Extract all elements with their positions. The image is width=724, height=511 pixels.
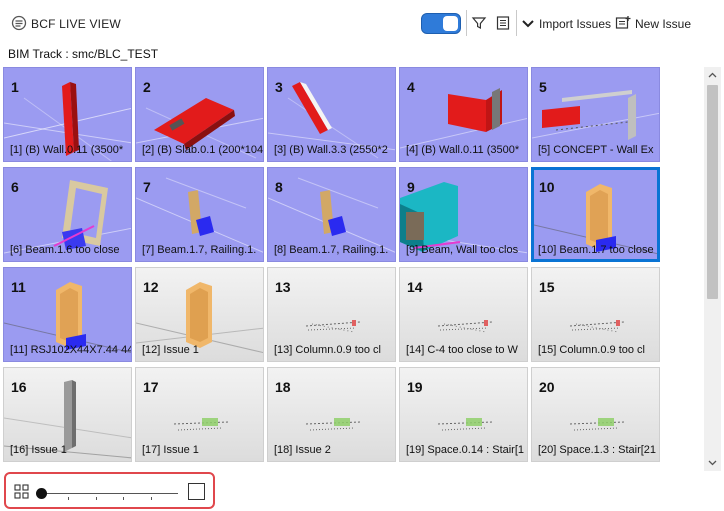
list-view-icon[interactable] xyxy=(495,15,511,31)
issue-caption: [11] RSJ102X44X7.44 44 xyxy=(10,344,132,356)
new-issue-button[interactable]: New Issue xyxy=(635,17,691,31)
issue-number: 11 xyxy=(11,279,26,295)
issue-tile[interactable]: 5 [5] CONCEPT - Wall Ex xyxy=(531,67,660,162)
grid-view-icon[interactable] xyxy=(14,484,29,499)
issue-tile[interactable]: 2 [2] (B) Slab.0.1 (200*104 xyxy=(135,67,264,162)
issue-caption: [4] (B) Wall.0.11 (3500* xyxy=(406,144,520,156)
toolbar: BCF LIVE VIEW Import Issues New Issue xyxy=(0,0,724,44)
issue-number: 10 xyxy=(539,179,555,195)
issue-caption: [13] Column.0.9 too cl xyxy=(274,344,382,356)
bcf-logo-icon xyxy=(11,15,27,31)
issue-number: 17 xyxy=(143,379,159,395)
issue-tile[interactable]: 15 [15] Column.0.9 too cl xyxy=(531,267,660,362)
issue-tile[interactable]: 10 [10] Beam.1.7 too close xyxy=(531,167,660,262)
issue-number: 3 xyxy=(275,79,283,95)
issue-tile[interactable]: 4 [4] (B) Wall.0.11 (3500* xyxy=(399,67,528,162)
import-issues-button[interactable]: Import Issues xyxy=(539,17,611,31)
filter-icon[interactable] xyxy=(471,15,487,31)
app-title: BCF LIVE VIEW xyxy=(31,17,121,31)
live-view-toggle[interactable] xyxy=(421,13,461,34)
scroll-thumb[interactable] xyxy=(707,85,718,299)
issue-number: 5 xyxy=(539,79,547,95)
slider-tick xyxy=(95,497,97,500)
issue-tile[interactable]: 9 [9] Beam, Wall too clos xyxy=(399,167,528,262)
issue-caption: [19] Space.0.14 : Stair[1 xyxy=(406,444,525,456)
issue-number: 16 xyxy=(11,379,27,395)
issue-caption: [10] Beam.1.7 too close xyxy=(538,244,654,256)
issue-number: 18 xyxy=(275,379,291,395)
slider-tick xyxy=(123,497,125,500)
chevron-down-icon[interactable] xyxy=(520,15,536,31)
issue-tile[interactable]: 19 [19] Space.0.14 : Stair[1 xyxy=(399,367,528,462)
issue-caption: [3] (B) Wall.3.3 (2550*2 xyxy=(274,144,388,156)
vertical-scrollbar[interactable] xyxy=(704,67,721,471)
issue-number: 2 xyxy=(143,79,151,95)
issue-caption: [15] Column.0.9 too cl xyxy=(538,344,646,356)
slider-handle[interactable] xyxy=(36,488,47,499)
issue-tile[interactable]: 11 [11] RSJ102X44X7.44 44 xyxy=(3,267,132,362)
issue-caption: [5] CONCEPT - Wall Ex xyxy=(538,144,654,156)
issue-caption: [1] (B) Wall.0.11 (3500* xyxy=(10,144,124,156)
issue-number: 8 xyxy=(275,179,283,195)
slider-track xyxy=(41,493,178,494)
issue-caption: [20] Space.1.3 : Stair[21 xyxy=(538,444,657,456)
issue-caption: [2] (B) Slab.0.1 (200*104 xyxy=(142,144,264,156)
issue-number: 19 xyxy=(407,379,423,395)
issue-number: 9 xyxy=(407,179,415,195)
issue-tile[interactable]: 13 [13] Column.0.9 too cl xyxy=(267,267,396,362)
thumbnail-zoom-control xyxy=(4,472,215,509)
issue-caption: [7] Beam.1.7, Railing.1. xyxy=(142,244,257,256)
issue-tile[interactable]: 8 [8] Beam.1.7, Railing.1. xyxy=(267,167,396,262)
toolbar-divider xyxy=(516,10,517,36)
issue-tile[interactable]: 1 [1] (B) Wall.0.11 (3500* xyxy=(3,67,132,162)
slider-tick xyxy=(150,497,152,500)
issue-number: 13 xyxy=(275,279,291,295)
issue-tile[interactable]: 12 [12] Issue 1 xyxy=(135,267,264,362)
toolbar-divider xyxy=(466,10,467,36)
issue-tile[interactable]: 6 [6] Beam.1.6 too close xyxy=(3,167,132,262)
issue-number: 14 xyxy=(407,279,423,295)
issue-caption: [9] Beam, Wall too clos xyxy=(406,244,519,256)
issue-caption: [16] Issue 1 xyxy=(10,444,67,456)
issue-number: 1 xyxy=(11,79,19,95)
scroll-up-arrow-icon[interactable] xyxy=(708,71,717,80)
issue-tile[interactable]: 20 [20] Space.1.3 : Stair[21 xyxy=(531,367,660,462)
single-view-icon[interactable] xyxy=(188,483,205,500)
issue-caption: [17] Issue 1 xyxy=(142,444,199,456)
issue-number: 7 xyxy=(143,179,151,195)
issue-caption: [18] Issue 2 xyxy=(274,444,331,456)
issue-number: 20 xyxy=(539,379,555,395)
scroll-down-arrow-icon[interactable] xyxy=(708,458,717,467)
new-issue-icon[interactable] xyxy=(615,15,631,31)
issue-tile[interactable]: 17 [17] Issue 1 xyxy=(135,367,264,462)
issue-number: 15 xyxy=(539,279,555,295)
issue-caption: [6] Beam.1.6 too close xyxy=(10,244,120,256)
issue-tile[interactable]: 7 [7] Beam.1.7, Railing.1. xyxy=(135,167,264,262)
thumbnail-size-slider[interactable] xyxy=(36,482,183,502)
breadcrumb: BIM Track : smc/BLC_TEST xyxy=(8,47,159,61)
issue-caption: [14] C-4 too close to W xyxy=(406,344,518,356)
issue-tile[interactable]: 14 [14] C-4 too close to W xyxy=(399,267,528,362)
issue-tile[interactable]: 18 [18] Issue 2 xyxy=(267,367,396,462)
issue-number: 6 xyxy=(11,179,19,195)
issue-tile[interactable]: 3 [3] (B) Wall.3.3 (2550*2 xyxy=(267,67,396,162)
slider-tick xyxy=(68,497,70,500)
issue-caption: [8] Beam.1.7, Railing.1. xyxy=(274,244,389,256)
issue-tile[interactable]: 16 [16] Issue 1 xyxy=(3,367,132,462)
issue-grid: 1 [1] (B) Wall.0.11 (3500* 2 [2] (B) Slab.0… xyxy=(3,67,703,471)
toggle-knob xyxy=(443,16,458,31)
issue-number: 4 xyxy=(407,79,415,95)
issue-caption: [12] Issue 1 xyxy=(142,344,199,356)
issue-number: 12 xyxy=(143,279,159,295)
